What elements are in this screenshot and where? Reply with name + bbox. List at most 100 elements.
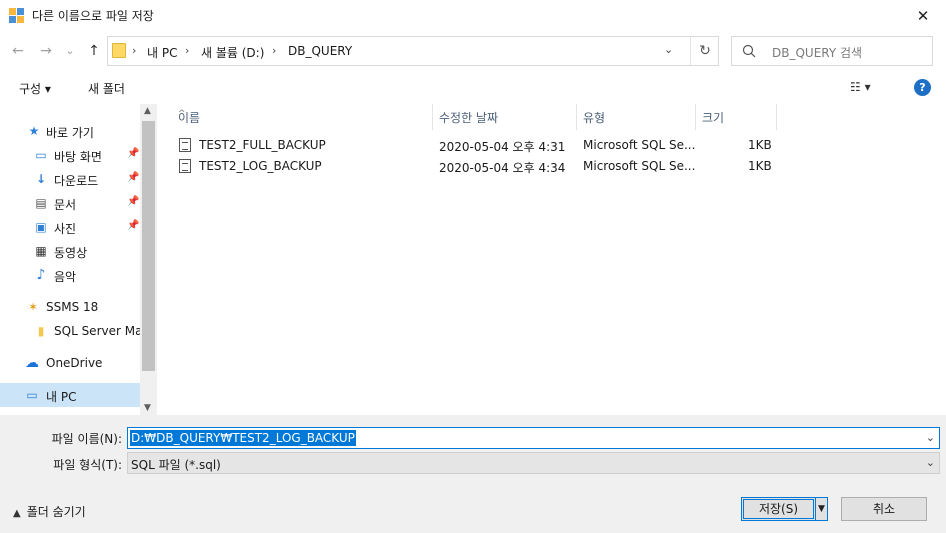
cloud-icon: ☁: [25, 355, 39, 371]
search-placeholder: DB_QUERY 검색: [772, 46, 863, 60]
file-name: TEST2_LOG_BACKUP: [199, 159, 322, 173]
hide-folders-label: 폴더 숨기기: [26, 505, 86, 519]
app-icon: [9, 8, 24, 23]
sidebar-item-onedrive[interactable]: ☁ OneDrive: [0, 351, 140, 375]
file-size: 1KB: [748, 159, 772, 173]
desktop-icon: ▭: [35, 148, 47, 162]
sidebar-item-pictures[interactable]: ▣ 사진 📌: [0, 215, 140, 239]
breadcrumb-separator: ›: [272, 44, 277, 57]
filetype-label: 파일 형식(T):: [53, 458, 122, 472]
sidebar-item-label: 문서: [54, 198, 77, 212]
pin-icon: 📌: [127, 148, 140, 159]
pin-icon: 📌: [127, 220, 140, 231]
pictures-icon: ▣: [35, 220, 47, 234]
sidebar-scrollbar[interactable]: ▲ ▼: [140, 104, 157, 415]
pin-icon: 📌: [127, 172, 140, 183]
sidebar-item-downloads[interactable]: ↓ 다운로드 📌: [0, 167, 140, 191]
sort-ascending-icon: ^: [178, 109, 186, 119]
save-button[interactable]: 저장(S) ▼: [741, 497, 828, 521]
folder-icon: ▮: [37, 324, 45, 338]
sidebar-item-label: 사진: [54, 222, 77, 236]
window-title: 다른 이름으로 파일 저장: [32, 9, 154, 23]
file-list: 이름 ^ 수정한 날짜 유형 크기 TEST2_FULL_BACKUP 2020…: [157, 104, 946, 415]
breadcrumb-volume-d[interactable]: 새 볼륨 (D:): [201, 44, 264, 61]
column-header-modified[interactable]: 수정한 날짜: [433, 104, 577, 130]
breadcrumb-my-pc[interactable]: 내 PC: [147, 44, 177, 61]
save-form: 파일 이름(N): D:₩DB_QUERY₩TEST2_LOG_BACKUP ⌄…: [0, 415, 946, 533]
scroll-down-icon[interactable]: ▼: [144, 403, 151, 413]
address-bar[interactable]: › 내 PC › 새 볼륨 (D:) › DB_QUERY ⌄ ↻: [107, 36, 719, 66]
address-row: ← → ⌄ ↑ › 내 PC › 새 볼륨 (D:) › DB_QUERY ⌄ …: [0, 31, 946, 71]
column-header-size[interactable]: 크기: [696, 104, 777, 130]
column-header-label: 크기: [702, 111, 725, 125]
file-name: TEST2_FULL_BACKUP: [199, 138, 326, 152]
chevron-down-icon[interactable]: ⌄: [926, 431, 935, 444]
column-header-type[interactable]: 유형: [577, 104, 696, 130]
search-input[interactable]: DB_QUERY 검색: [731, 36, 933, 66]
new-folder-button[interactable]: 새 폴더: [88, 80, 125, 97]
close-icon[interactable]: ✕: [900, 0, 946, 31]
sidebar-item-label: OneDrive: [46, 356, 103, 370]
save-button-label[interactable]: 저장(S): [743, 499, 814, 519]
sidebar-item-label: 음악: [54, 270, 77, 284]
up-arrow-icon[interactable]: ↑: [84, 42, 104, 60]
music-icon: ♪: [36, 267, 46, 283]
sidebar-item-label: 다운로드: [54, 174, 99, 188]
navigation-pane: ★ 바로 가기 ▭ 바탕 화면 📌 ↓ 다운로드 📌 ▤ 문서 📌 ▣ 사진 📌…: [0, 104, 157, 415]
column-header-label: 수정한 날짜: [439, 111, 499, 125]
sql-file-icon: [179, 138, 191, 152]
sidebar-item-quick-access[interactable]: ★ 바로 가기: [0, 119, 140, 143]
pin-icon: 📌: [127, 196, 140, 207]
view-options-button[interactable]: ☷ ▾: [850, 80, 871, 94]
sidebar-item-documents[interactable]: ▤ 문서 📌: [0, 191, 140, 215]
sidebar-item-label: 동영상: [54, 246, 88, 260]
forward-arrow-icon[interactable]: →: [36, 42, 56, 60]
filename-input[interactable]: D:₩DB_QUERY₩TEST2_LOG_BACKUP ⌄: [127, 427, 940, 449]
recent-locations-icon[interactable]: ⌄: [60, 42, 80, 60]
file-row[interactable]: TEST2_LOG_BACKUP 2020-05-04 오후 4:34 Micr…: [177, 156, 787, 177]
sidebar-item-my-pc[interactable]: ▭ 내 PC: [0, 383, 140, 407]
breadcrumb-separator: ›: [132, 44, 137, 57]
search-icon: [742, 44, 756, 58]
sidebar-item-desktop[interactable]: ▭ 바탕 화면 📌: [0, 143, 140, 167]
breadcrumb-db-query[interactable]: DB_QUERY: [288, 44, 352, 58]
refresh-icon[interactable]: ↻: [690, 37, 719, 65]
organize-button[interactable]: 구성 ▾: [19, 80, 51, 97]
address-dropdown-icon[interactable]: ⌄: [664, 43, 673, 56]
download-icon: ↓: [35, 172, 47, 186]
sidebar-item-ssms[interactable]: ✶ SSMS 18: [0, 295, 140, 319]
file-row[interactable]: TEST2_FULL_BACKUP 2020-05-04 오후 4:31 Mic…: [177, 135, 787, 156]
filename-value: D:₩DB_QUERY₩TEST2_LOG_BACKUP: [130, 430, 356, 446]
ssms-icon: ✶: [27, 300, 39, 314]
chevron-down-icon[interactable]: ⌄: [926, 456, 935, 469]
scroll-up-icon[interactable]: ▲: [144, 106, 151, 116]
sidebar-item-videos[interactable]: ▦ 동영상: [0, 239, 140, 263]
folder-icon: [112, 43, 126, 58]
star-icon: ★: [28, 124, 40, 138]
file-type: Microsoft SQL Se...: [583, 138, 696, 152]
sidebar-item-label: SQL Server Man: [54, 324, 140, 338]
sidebar-item-music[interactable]: ♪ 음악: [0, 263, 140, 287]
back-arrow-icon[interactable]: ←: [8, 42, 28, 60]
save-dropdown-icon[interactable]: ▼: [815, 498, 827, 520]
column-header-name[interactable]: 이름 ^: [172, 104, 433, 130]
hide-folders-button[interactable]: ▲ 폴더 숨기기: [13, 503, 86, 520]
cancel-button[interactable]: 취소: [841, 497, 927, 521]
filetype-select[interactable]: SQL 파일 (*.sql) ⌄: [127, 452, 940, 474]
filename-label: 파일 이름(N):: [51, 432, 122, 446]
file-modified: 2020-05-04 오후 4:31: [439, 140, 566, 154]
help-icon[interactable]: ?: [914, 79, 931, 96]
sidebar-item-label: SSMS 18: [46, 300, 99, 314]
filetype-value: SQL 파일 (*.sql): [131, 458, 221, 472]
breadcrumb-separator: ›: [185, 44, 190, 57]
column-header-label: 유형: [583, 111, 606, 125]
document-icon: ▤: [35, 196, 47, 210]
sidebar-item-label: 바로 가기: [46, 126, 94, 140]
scrollbar-thumb[interactable]: [142, 121, 155, 371]
video-icon: ▦: [35, 244, 47, 258]
sidebar-item-label: 내 PC: [46, 390, 77, 404]
sidebar-item-sql-server-management[interactable]: ▮ SQL Server Man: [0, 319, 140, 343]
command-bar: 구성 ▾ 새 폴더 ☷ ▾ ?: [0, 71, 946, 104]
chevron-up-icon: ▲: [13, 508, 21, 519]
file-modified: 2020-05-04 오후 4:34: [439, 161, 566, 175]
